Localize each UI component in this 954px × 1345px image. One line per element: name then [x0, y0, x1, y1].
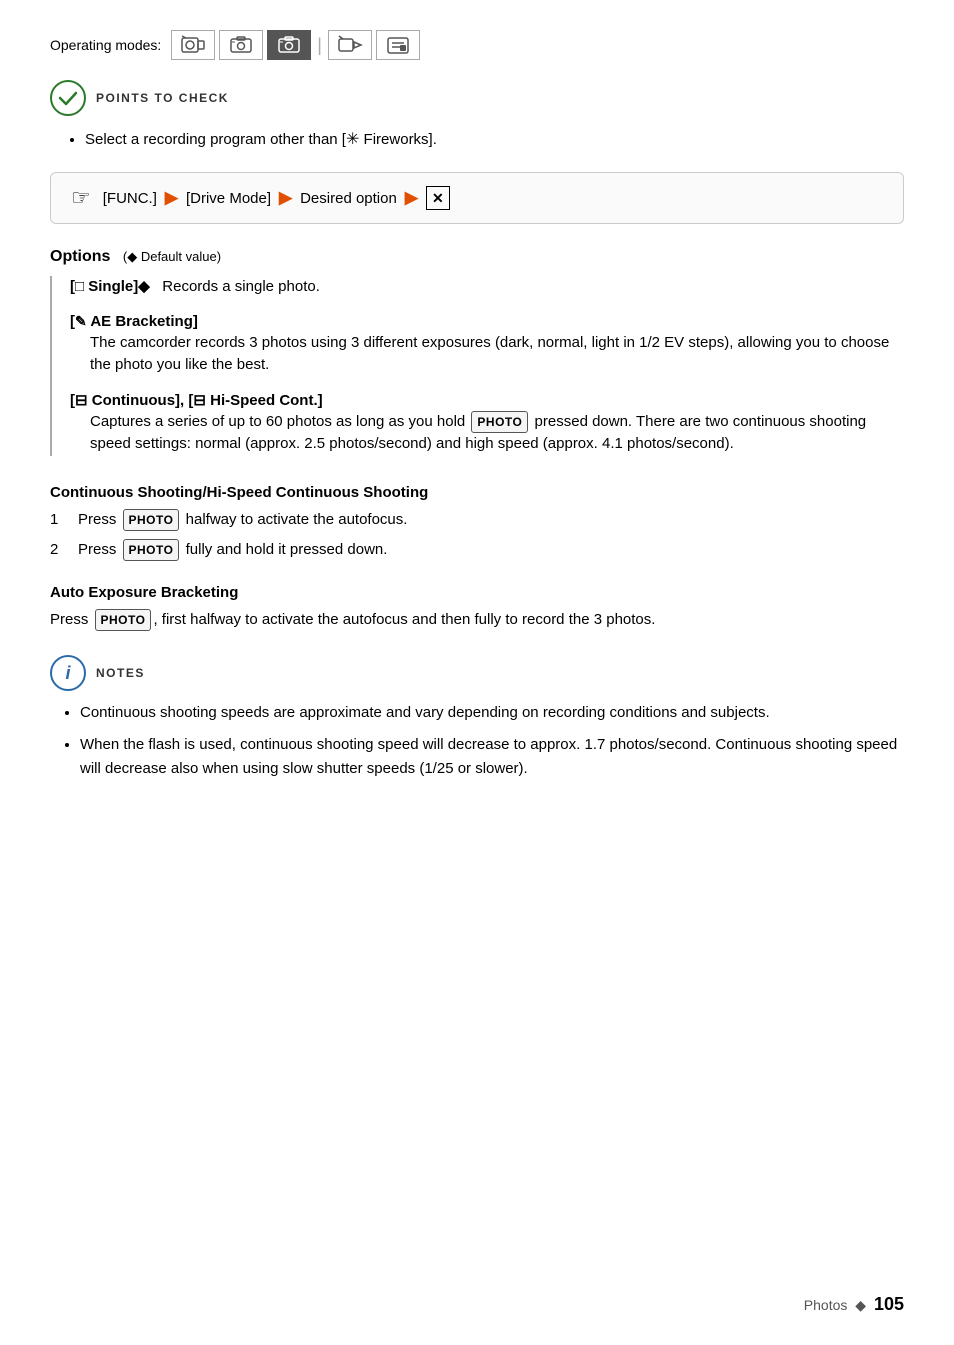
mode3-icon: [276, 34, 302, 56]
note-item-1: Continuous shooting speeds are approxima…: [80, 701, 904, 725]
mode5-icon: [385, 34, 411, 56]
points-to-check-icon: [50, 80, 86, 116]
points-to-check-section: POINTS TO CHECK: [50, 80, 904, 116]
operating-modes-label: Operating modes:: [50, 37, 161, 53]
mode-separator: |: [317, 35, 322, 56]
page-footer: Photos ◆ 105: [804, 1294, 904, 1315]
points-to-check-label: POINTS TO CHECK: [96, 91, 229, 105]
photo-button-inline-1: PHOTO: [471, 411, 528, 433]
photo-button-step1: PHOTO: [123, 509, 180, 531]
notes-label: NOTES: [96, 666, 145, 680]
hi-speed-icon: ⊟: [193, 392, 206, 409]
continuous-shooting-heading: Continuous Shooting/Hi-Speed Continuous …: [50, 484, 904, 501]
notes-list: Continuous shooting speeds are approxima…: [50, 701, 904, 781]
mode1-icon: [180, 34, 206, 56]
nav-func: [FUNC.]: [103, 190, 157, 207]
option-single-label: [□ Single]◆: [70, 278, 154, 295]
checkmark-icon: [57, 87, 79, 109]
option-single: [□ Single]◆ Records a single photo.: [70, 276, 904, 299]
options-header: Options (◆ Default value): [50, 248, 904, 266]
auto-exposure-section: Auto Exposure Bracketing Press PHOTO, fi…: [50, 584, 904, 632]
auto-exposure-heading: Auto Exposure Bracketing: [50, 584, 904, 601]
option-ae-desc: The camcorder records 3 photos using 3 d…: [70, 332, 904, 377]
continuous-shooting-steps: 1 Press PHOTO halfway to activate the au…: [50, 509, 904, 562]
nav-arrow-3: ▶: [405, 188, 418, 208]
nav-close-box: ✕: [426, 186, 450, 210]
step-1-number: 1: [50, 509, 66, 532]
step-1-text: Press PHOTO halfway to activate the auto…: [78, 509, 407, 532]
notes-section: i NOTES Continuous shooting speeds are a…: [50, 655, 904, 781]
nav-path-box: ☞ [FUNC.] ▶ [Drive Mode] ▶ Desired optio…: [50, 172, 904, 224]
option-ae-bracketing: [✎ AE Bracketing] The camcorder records …: [70, 313, 904, 377]
bullet-section: Select a recording program other than [✳…: [50, 128, 904, 152]
note-item-2: When the flash is used, continuous shoot…: [80, 733, 904, 781]
footer-diamond: ◆: [855, 1297, 866, 1313]
footer-text: Photos: [804, 1297, 848, 1313]
continuous-shooting-section: Continuous Shooting/Hi-Speed Continuous …: [50, 484, 904, 562]
page-number: 105: [874, 1294, 904, 1314]
single-icon: □: [75, 278, 84, 295]
option-continuous-desc: Captures a series of up to 60 photos as …: [70, 411, 904, 456]
info-symbol: i: [65, 663, 70, 684]
ae-icon: ✎: [75, 313, 87, 329]
mode2-icon: [228, 34, 254, 56]
step-1: 1 Press PHOTO halfway to activate the au…: [50, 509, 904, 532]
step-2: 2 Press PHOTO fully and hold it pressed …: [50, 539, 904, 562]
mode-box-1: [171, 30, 215, 60]
photo-button-ae: PHOTO: [95, 609, 152, 631]
auto-exposure-desc: Press PHOTO, first halfway to activate t…: [50, 609, 904, 632]
mode4-icon: [337, 34, 363, 56]
notes-header: i NOTES: [50, 655, 904, 691]
step-2-number: 2: [50, 539, 66, 562]
options-list: [□ Single]◆ Records a single photo. [✎ A…: [50, 276, 904, 456]
notes-icon: i: [50, 655, 86, 691]
nav-arrow-1: ▶: [165, 188, 178, 208]
options-section: Options (◆ Default value) [□ Single]◆ Re…: [50, 248, 904, 456]
photo-button-step2: PHOTO: [123, 539, 180, 561]
mode-box-3: [267, 30, 311, 60]
cont-icon: ⊟: [75, 392, 88, 409]
nav-desired-option: Desired option: [300, 190, 397, 207]
options-title: Options: [50, 248, 110, 265]
nav-arrow-2: ▶: [279, 188, 292, 208]
mode-box-2: [219, 30, 263, 60]
finger-icon: ☞: [71, 185, 91, 211]
option-single-desc: Records a single photo.: [154, 278, 320, 295]
options-default-note: (◆ Default value): [123, 249, 221, 264]
option-continuous: [⊟ Continuous], [⊟ Hi-Speed Cont.] Captu…: [70, 391, 904, 456]
step-2-text: Press PHOTO fully and hold it pressed do…: [78, 539, 387, 562]
mode-box-5: [376, 30, 420, 60]
mode-box-4: [328, 30, 372, 60]
bullet-item-fireworks: Select a recording program other than [✳…: [85, 128, 904, 152]
option-ae-label: [✎ AE Bracketing]: [70, 313, 198, 330]
option-continuous-label: [⊟ Continuous], [⊟ Hi-Speed Cont.]: [70, 392, 323, 409]
nav-drive-mode: [Drive Mode]: [186, 190, 271, 207]
operating-modes-bar: Operating modes: |: [50, 30, 904, 60]
